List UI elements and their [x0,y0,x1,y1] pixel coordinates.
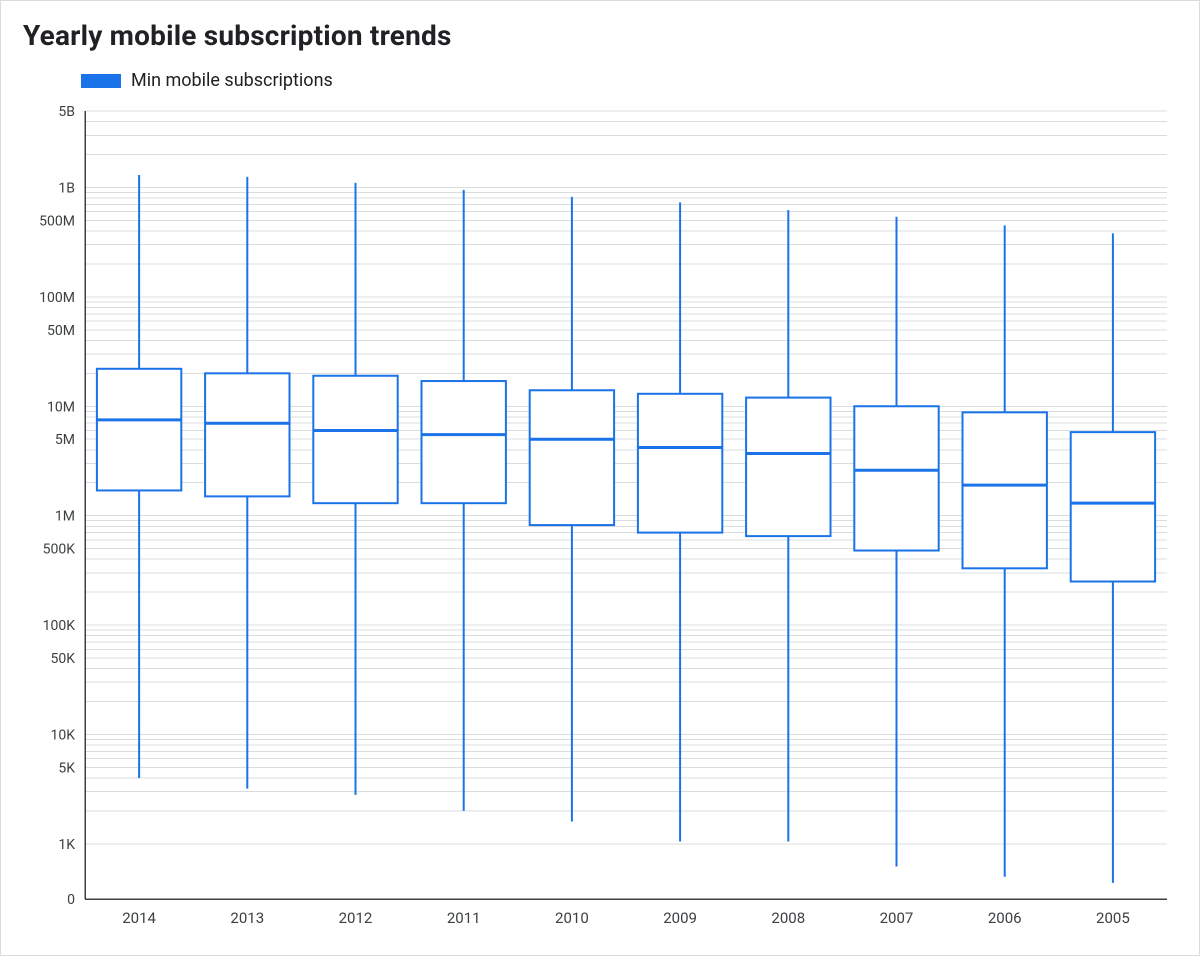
box [313,183,397,795]
svg-text:2010: 2010 [555,909,589,927]
svg-text:50M: 50M [47,323,75,339]
box [963,225,1047,876]
svg-text:2008: 2008 [771,909,805,927]
box [638,202,722,841]
svg-text:2009: 2009 [663,909,697,927]
svg-text:500M: 500M [39,213,75,229]
svg-text:2014: 2014 [122,909,156,927]
svg-text:5B: 5B [58,104,75,120]
chart-panel: Yearly mobile subscription trends Min mo… [0,0,1200,956]
svg-text:100K: 100K [43,618,76,634]
box [1071,233,1155,882]
svg-text:10K: 10K [50,727,75,743]
svg-text:5M: 5M [55,432,75,448]
boxplot-svg: 0 1K 5K 10K 50K 100K 500K 1M 5M 10M 50M 100M 500M 1B 5… [13,101,1187,939]
svg-text:500K: 500K [43,542,76,558]
box [422,190,506,811]
box [530,197,614,822]
svg-text:1M: 1M [55,509,75,525]
legend-swatch [81,74,121,88]
svg-text:1B: 1B [58,180,75,196]
legend: Min mobile subscriptions [1,56,1199,97]
svg-text:2007: 2007 [880,909,914,927]
chart-area: 0 1K 5K 10K 50K 100K 500K 1M 5M 10M 50M 100M 500M 1B 5… [13,101,1187,939]
svg-text:10M: 10M [47,399,75,415]
svg-text:2005: 2005 [1096,909,1130,927]
svg-text:1K: 1K [58,837,75,853]
x-ticks: 2014 2013 2012 2011 2010 2009 2008 2007 2006 2005 [122,909,1130,927]
svg-text:50K: 50K [50,651,75,667]
svg-text:100M: 100M [39,290,75,306]
svg-text:5K: 5K [58,760,75,776]
svg-text:2012: 2012 [339,909,373,927]
svg-text:2011: 2011 [447,909,481,927]
svg-text:2006: 2006 [988,909,1022,927]
box [746,210,830,841]
svg-text:2013: 2013 [230,909,264,927]
legend-label: Min mobile subscriptions [131,70,333,91]
box [97,175,181,778]
box-series [97,175,1155,883]
box [205,177,289,789]
svg-text:0: 0 [67,892,75,908]
chart-title: Yearly mobile subscription trends [1,1,1199,56]
y-ticks: 0 1K 5K 10K 50K 100K 500K 1M 5M 10M 50M 100M 500M 1B 5… [39,104,75,908]
